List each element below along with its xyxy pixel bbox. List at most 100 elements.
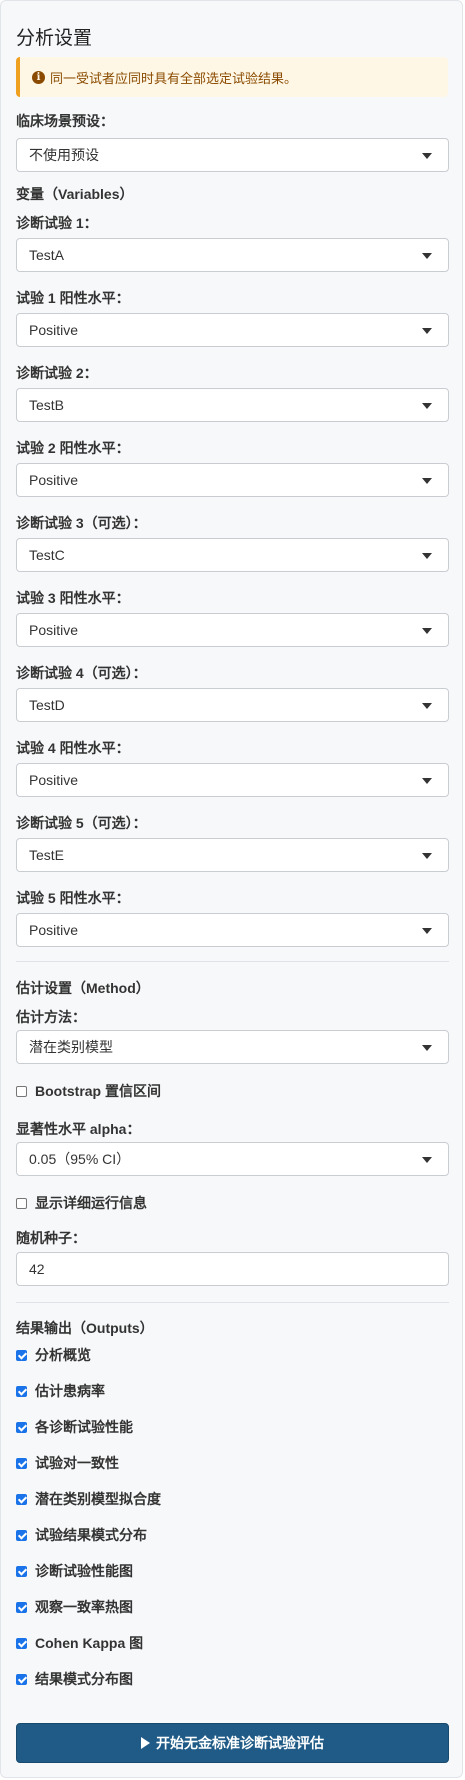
preset-select[interactable]: 不使用预设 xyxy=(16,138,449,172)
test5-label: 诊断试验 5（可选）： xyxy=(16,815,147,831)
test4-select[interactable]: TestD xyxy=(16,688,449,722)
estimation-method-label: 估计方法： xyxy=(16,1009,86,1025)
test4-select-value: TestD xyxy=(29,697,65,713)
output-checkbox-agreement-heatmap[interactable]: 观察一致率热图 xyxy=(16,1597,133,1617)
test4-positive-level-label: 试验 4 阳性水平： xyxy=(16,740,130,756)
chevron-down-icon xyxy=(422,703,432,709)
test3-select-value: TestC xyxy=(29,547,65,563)
chevron-down-icon xyxy=(422,1045,432,1051)
test5-positive-level-label: 试验 5 阳性水平： xyxy=(16,890,130,906)
output-checkbox-label: 各诊断试验性能 xyxy=(35,1419,133,1435)
estimation-method-value: 潜在类别模型 xyxy=(29,1039,113,1055)
variables-section-title: 变量（Variables） xyxy=(16,186,134,202)
info-alert: i 同一受试者应同时具有全部选定试验结果。 xyxy=(16,57,448,97)
method-section-title: 估计设置（Method） xyxy=(16,980,150,996)
seed-input-value: 42 xyxy=(29,1261,45,1277)
chevron-down-icon xyxy=(422,553,432,559)
checkbox-checked[interactable] xyxy=(16,1637,27,1649)
test5-select-value: TestE xyxy=(29,847,65,863)
checkbox-checked[interactable] xyxy=(16,1601,27,1613)
test1-positive-level-select[interactable]: Positive xyxy=(16,313,449,347)
test3-positive-level-select[interactable]: Positive xyxy=(16,613,449,647)
alert-text: 同一受试者应同时具有全部选定试验结果。 xyxy=(50,70,298,86)
alpha-select[interactable]: 0.05（95% CI） xyxy=(16,1142,449,1176)
output-checkbox-performance-plot[interactable]: 诊断试验性能图 xyxy=(16,1561,133,1581)
test4-label: 诊断试验 4（可选）： xyxy=(16,665,147,681)
output-checkbox-label: 试验结果模式分布 xyxy=(35,1527,147,1543)
preset-label: 临床场景预设： xyxy=(16,113,114,129)
checkbox-checked[interactable] xyxy=(16,1493,27,1505)
chevron-down-icon xyxy=(422,853,432,859)
seed-input[interactable]: 42 xyxy=(16,1252,449,1286)
checkbox-checked[interactable] xyxy=(16,1673,27,1685)
test3-positive-level-label: 试验 3 阳性水平： xyxy=(16,590,130,606)
checkbox-checked[interactable] xyxy=(16,1457,27,1469)
output-checkbox-overview[interactable]: 分析概览 xyxy=(16,1345,91,1365)
checkbox-checked[interactable] xyxy=(16,1421,27,1433)
output-checkbox-pattern-distribution[interactable]: 试验结果模式分布 xyxy=(16,1525,147,1545)
output-checkbox-pairwise-agreement[interactable]: 试验对一致性 xyxy=(16,1453,119,1473)
checkbox-checked[interactable] xyxy=(16,1529,27,1541)
test2-select-value: TestB xyxy=(29,397,65,413)
output-checkbox-label: 诊断试验性能图 xyxy=(35,1563,133,1579)
chevron-down-icon xyxy=(422,153,432,159)
test2-positive-level-value: Positive xyxy=(29,472,79,488)
output-checkbox-label: 估计患病率 xyxy=(35,1383,105,1399)
analysis-settings-panel: 分析设置 i 同一受试者应同时具有全部选定试验结果。 临床场景预设： 不使用预设… xyxy=(0,0,463,1778)
output-checkbox-pattern-plot[interactable]: 结果模式分布图 xyxy=(16,1669,133,1689)
chevron-down-icon xyxy=(422,478,432,484)
test4-positive-level-select[interactable]: Positive xyxy=(16,763,449,797)
divider xyxy=(16,961,449,962)
output-checkbox-lcm-fit[interactable]: 潜在类别模型拟合度 xyxy=(16,1489,161,1509)
chevron-down-icon xyxy=(422,1157,432,1163)
output-checkbox-test-performance[interactable]: 各诊断试验性能 xyxy=(16,1417,133,1437)
chevron-down-icon xyxy=(422,253,432,259)
chevron-down-icon xyxy=(422,403,432,409)
chevron-down-icon xyxy=(422,328,432,334)
seed-label: 随机种子： xyxy=(16,1230,86,1246)
bootstrap-checkbox-label: Bootstrap 置信区间 xyxy=(35,1083,161,1099)
test1-positive-level-label: 试验 1 阳性水平： xyxy=(16,290,130,306)
output-checkbox-prevalence[interactable]: 估计患病率 xyxy=(16,1381,105,1401)
output-checkbox-label: 观察一致率热图 xyxy=(35,1599,133,1615)
output-checkbox-label: Cohen Kappa 图 xyxy=(35,1635,144,1651)
checkbox-checked[interactable] xyxy=(16,1565,27,1577)
divider xyxy=(16,1302,449,1303)
test1-positive-level-value: Positive xyxy=(29,322,79,338)
test2-select[interactable]: TestB xyxy=(16,388,449,422)
test5-positive-level-value: Positive xyxy=(29,922,79,938)
play-icon xyxy=(141,1737,150,1749)
output-checkbox-label: 分析概览 xyxy=(35,1347,91,1363)
run-analysis-button-label: 开始无金标准诊断试验评估 xyxy=(156,1735,324,1751)
checkbox-checked[interactable] xyxy=(16,1349,27,1361)
checkbox-box[interactable] xyxy=(16,1085,27,1097)
preset-select-value: 不使用预设 xyxy=(29,147,99,163)
test5-positive-level-select[interactable]: Positive xyxy=(16,913,449,947)
test2-label: 诊断试验 2： xyxy=(16,365,98,381)
test3-label: 诊断试验 3（可选）： xyxy=(16,515,147,531)
output-checkbox-label: 结果模式分布图 xyxy=(35,1671,133,1687)
chevron-down-icon xyxy=(422,928,432,934)
bootstrap-checkbox[interactable]: Bootstrap 置信区间 xyxy=(16,1081,161,1101)
output-checkbox-kappa-plot[interactable]: Cohen Kappa 图 xyxy=(16,1633,143,1653)
test2-positive-level-select[interactable]: Positive xyxy=(16,463,449,497)
info-icon: i xyxy=(32,70,45,84)
test1-select[interactable]: TestA xyxy=(16,238,449,272)
chevron-down-icon xyxy=(422,628,432,634)
verbose-checkbox-label: 显示详细运行信息 xyxy=(35,1195,147,1211)
test2-positive-level-label: 试验 2 阳性水平： xyxy=(16,440,130,456)
panel-title: 分析设置 xyxy=(16,28,93,49)
test1-select-value: TestA xyxy=(29,247,65,263)
verbose-checkbox[interactable]: 显示详细运行信息 xyxy=(16,1193,147,1213)
alpha-select-value: 0.05（95% CI） xyxy=(29,1151,131,1167)
output-checkbox-label: 潜在类别模型拟合度 xyxy=(35,1491,161,1507)
test3-positive-level-value: Positive xyxy=(29,622,79,638)
test5-select[interactable]: TestE xyxy=(16,838,449,872)
run-analysis-button[interactable]: 开始无金标准诊断试验评估 xyxy=(16,1723,449,1763)
checkbox-checked[interactable] xyxy=(16,1385,27,1397)
outputs-section-title: 结果输出（Outputs） xyxy=(16,1320,154,1336)
checkbox-box[interactable] xyxy=(16,1197,27,1209)
output-checkbox-label: 试验对一致性 xyxy=(35,1455,119,1471)
estimation-method-select[interactable]: 潜在类别模型 xyxy=(16,1030,449,1064)
test3-select[interactable]: TestC xyxy=(16,538,449,572)
